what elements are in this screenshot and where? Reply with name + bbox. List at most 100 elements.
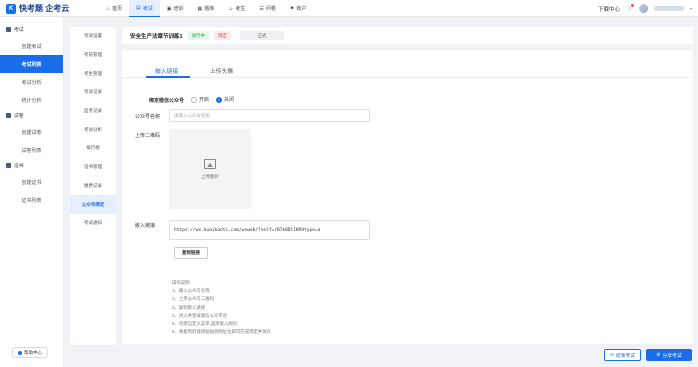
sidebar-group-title: 考试 <box>14 28 24 33</box>
nav-account[interactable]: ⚑ 账户 <box>283 0 314 17</box>
main-nav: ⌂ 首页 ▤ 考试 ▣ 培训 ▦ 题库 ☺ 考生 ☰ 问卷 ⚑ 账户 <box>100 0 313 17</box>
user-name-blurred[interactable] <box>653 6 684 11</box>
image-icon <box>204 158 216 169</box>
nav-label: 首页 <box>112 6 123 12</box>
link-label: 嵌入链接 <box>135 223 156 229</box>
instruction-step: 6、将复制的链接粘贴到网址位即可完成绑定并保存 <box>172 329 272 335</box>
sidebar-group-exam: 考试 <box>0 26 63 33</box>
help-label: 帮助中心 <box>24 349 42 355</box>
nav-label: 题库 <box>204 6 215 12</box>
subnav-item[interactable]: 证书管理 <box>70 158 116 177</box>
radio-on[interactable]: 开启 <box>191 96 209 103</box>
help-center-button[interactable]: 帮助中心 <box>12 347 48 358</box>
subnav-item[interactable]: 监考记录 <box>70 102 116 121</box>
main-panel: 嵌入链接 上传头像 绑定微信公众号 开启 ✓ 关闭 公众号名称 请输入公众号名称 … <box>122 50 693 344</box>
nav-label: 培训 <box>173 6 184 12</box>
instruction-step: 3、复制嵌入链接 <box>172 304 206 310</box>
top-bar: K 快考题 企考云 ⌂ 首页 ▤ 考试 ▣ 培训 ▦ 题库 ☺ 考生 ☰ 问卷 ⚑ 账户 下载… <box>0 0 698 17</box>
end-exam-button[interactable]: ⊙ 结束考试 <box>604 349 641 361</box>
sidebar-item-exam-list[interactable]: 考试列表 <box>0 55 63 73</box>
radio-off[interactable]: ✓ 关闭 <box>216 96 234 103</box>
subnav-item[interactable]: 缴费记录 <box>70 177 116 196</box>
subnav-item[interactable]: 考前管理 <box>70 46 116 65</box>
radio-label: 关闭 <box>224 97 235 103</box>
exam-icon: ▤ <box>136 5 141 11</box>
instruction-step: 5、创建自定义菜单,选择嵌入网页 <box>172 320 238 326</box>
radio-label: 开启 <box>199 97 210 103</box>
nav-label: 考生 <box>235 6 246 12</box>
exam-subnav: 考试设置 考前管理 考生管理 考试记录 监考记录 考试分析 排行榜 证书管理 缴… <box>70 27 116 345</box>
sidebar-group-certificate: 证书 <box>0 162 63 169</box>
subnav-item[interactable]: 考生管理 <box>70 64 116 83</box>
sidebar-item-paper-list[interactable]: 试卷列表 <box>0 141 63 159</box>
sidebar-group-paper: 试卷 <box>0 112 63 119</box>
qr-upload-area[interactable]: 上传图片 <box>169 129 251 209</box>
top-right-area: 下载中心 ♪ ▾ <box>598 0 692 17</box>
avatar[interactable] <box>638 4 648 13</box>
candidate-icon: ☺ <box>228 5 234 12</box>
active-tab-indicator <box>146 76 190 78</box>
download-center-link[interactable]: 下载中心 <box>598 5 620 13</box>
input-placeholder: 请输入公众号名称 <box>174 112 210 118</box>
subnav-item-wechat-binding[interactable]: 公众号绑定 <box>70 195 116 214</box>
nav-home[interactable]: ⌂ 首页 <box>100 0 129 17</box>
instructions-title: 操作说明 <box>172 280 190 285</box>
share-exam-label: 分享考试 <box>662 353 682 359</box>
subnav-item[interactable]: 考试分析 <box>70 120 116 139</box>
help-icon <box>18 350 22 355</box>
question-bank-icon: ▦ <box>197 5 203 12</box>
nav-survey[interactable]: ☰ 问卷 <box>252 0 283 17</box>
qr-label: 上传二维码 <box>135 133 161 139</box>
mode-badge: 限定 <box>214 31 232 40</box>
instruction-step: 4、进入并登录微信公众平台 <box>172 312 228 318</box>
nav-question-bank[interactable]: ▦ 题库 <box>191 0 222 17</box>
radio-circle <box>191 96 197 103</box>
status-badge: 进行中 <box>187 31 210 40</box>
instruction-step: 1、输入公众号名称 <box>172 288 210 294</box>
nav-label: 账户 <box>296 6 307 12</box>
sidebar-group-title: 证书 <box>14 164 24 169</box>
brand-logo[interactable]: K 快考题 企考云 <box>6 3 69 14</box>
subnav-item[interactable]: 排行榜 <box>70 139 116 158</box>
logo-text: 快考题 企考云 <box>19 4 70 13</box>
sidebar-item-create-certificate[interactable]: 创建证书 <box>0 173 63 191</box>
nav-label: 考试 <box>142 5 153 12</box>
share-icon: ⚙ <box>656 352 661 358</box>
nav-label: 问卷 <box>265 6 276 12</box>
subnav-item[interactable]: 考试设置 <box>70 27 116 46</box>
nav-exam[interactable]: ▤ 考试 <box>129 0 160 17</box>
sidebar-group-title: 试卷 <box>14 114 24 119</box>
stop-icon: ⊙ <box>609 352 614 358</box>
nav-candidate[interactable]: ☺ 考生 <box>221 0 252 17</box>
sidebar: 考试 创建考试 考试列表 考试分析 统计分析 试卷 创建试卷 试卷列表 证书 创… <box>0 17 64 367</box>
nav-training[interactable]: ▣ 培训 <box>160 0 191 17</box>
subnav-item[interactable]: 考试通知 <box>70 214 116 233</box>
embed-link-field[interactable]: https://wx.kuaikaoti.com/wxweb/?self=rB7… <box>169 220 370 240</box>
chevron-down-icon[interactable]: ▾ <box>690 6 692 11</box>
sidebar-item-certificate-list[interactable]: 证书列表 <box>0 191 63 209</box>
sidebar-item-statistics[interactable]: 统计分析 <box>0 91 63 109</box>
type-badge: 正式 <box>240 31 285 40</box>
copy-link-button[interactable]: 复制链接 <box>174 247 208 259</box>
tab-embed-link[interactable]: 嵌入链接 <box>155 66 178 75</box>
embed-link-value: https://wx.kuaikaoti.com/wxweb/?self=rB7… <box>174 227 321 233</box>
tab-upload-avatar[interactable]: 上传头像 <box>210 66 233 75</box>
home-icon: ⌂ <box>107 5 111 12</box>
notification-bell-icon[interactable]: ♪ <box>626 4 634 12</box>
radio-checked-icon: ✓ <box>216 96 222 103</box>
training-icon: ▣ <box>166 5 172 12</box>
exam-title: 安全生产法章节训练1 <box>130 33 183 40</box>
logo-mark-icon: K <box>6 3 16 14</box>
survey-icon: ☰ <box>259 5 264 12</box>
end-exam-label: 结束考试 <box>615 353 636 359</box>
subnav-item[interactable]: 考试记录 <box>70 83 116 102</box>
sidebar-item-create-exam[interactable]: 创建考试 <box>0 37 63 55</box>
name-label: 公众号名称 <box>135 114 161 120</box>
share-exam-button[interactable]: ⚙ 分享考试 <box>646 349 692 361</box>
wechat-name-input[interactable]: 请输入公众号名称 <box>169 109 370 122</box>
sidebar-item-create-paper[interactable]: 创建试卷 <box>0 123 63 141</box>
sidebar-item-exam-analysis[interactable]: 考试分析 <box>0 73 63 91</box>
exam-group-icon <box>6 27 11 32</box>
certificate-group-icon <box>6 163 11 168</box>
account-icon: ⚑ <box>289 5 295 12</box>
